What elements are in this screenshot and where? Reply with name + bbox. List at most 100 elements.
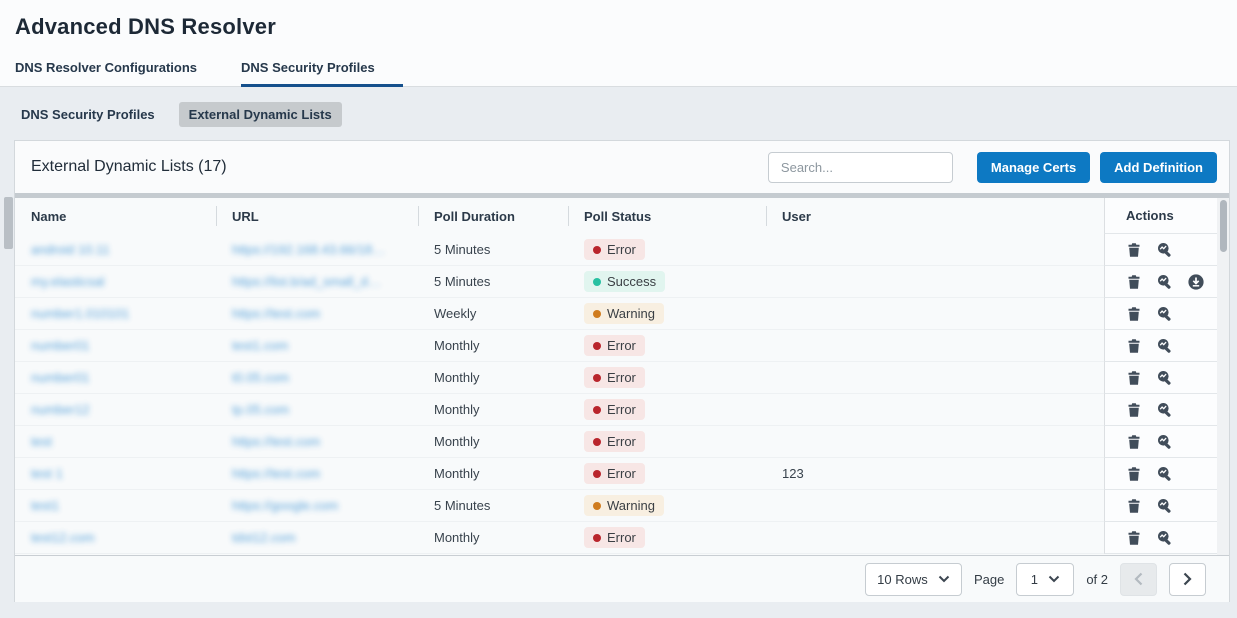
manage-certs-button[interactable]: Manage Certs: [977, 152, 1090, 183]
tab-bar: DNS Resolver Configurations DNS Security…: [0, 60, 1237, 87]
subtab-dns-security-profiles[interactable]: DNS Security Profiles: [21, 107, 155, 122]
search-box: [768, 152, 953, 183]
delete-icon[interactable]: [1126, 434, 1142, 450]
delete-icon[interactable]: [1126, 370, 1142, 386]
table-header-row: Name URL Poll Duration Poll Status User …: [15, 198, 1229, 234]
table-row: test https://test.com Monthly Error: [15, 426, 1229, 458]
page-number-select[interactable]: 1: [1016, 563, 1074, 596]
poll-status-badge: Error: [584, 463, 645, 484]
row-name-link[interactable]: number01: [31, 338, 90, 353]
left-scrollbar-thumb[interactable]: [4, 197, 13, 249]
delete-icon[interactable]: [1126, 242, 1142, 258]
row-url-link[interactable]: https://test.com: [232, 466, 320, 481]
status-label: Success: [607, 274, 656, 289]
next-page-button[interactable]: [1169, 563, 1206, 596]
test-icon[interactable]: [1157, 466, 1173, 482]
status-dot: [593, 374, 601, 382]
row-actions: [1104, 362, 1219, 394]
table-row: test12.com tdst12.com Monthly Error: [15, 522, 1229, 554]
poll-status-badge: Error: [584, 367, 645, 388]
test-icon[interactable]: [1157, 498, 1173, 514]
rows-per-page-value: 10 Rows: [877, 572, 928, 587]
test-icon[interactable]: [1157, 402, 1173, 418]
row-url-link[interactable]: https://192.168.43.66/18…: [232, 242, 385, 257]
rows-per-page-select[interactable]: 10 Rows: [865, 563, 962, 596]
table-row: test1 https://google.com 5 Minutes Warni…: [15, 490, 1229, 522]
chevron-down-icon: [938, 575, 950, 583]
row-user: [766, 362, 1104, 394]
row-user: [766, 426, 1104, 458]
status-dot: [593, 342, 601, 350]
status-dot: [593, 278, 601, 286]
delete-icon[interactable]: [1126, 402, 1142, 418]
row-url-link[interactable]: https://google.com: [232, 498, 338, 513]
row-name-link[interactable]: number12: [31, 402, 90, 417]
row-name-link[interactable]: test12.com: [31, 530, 95, 545]
row-user: [766, 234, 1104, 266]
row-actions: [1104, 234, 1219, 266]
row-user: [766, 394, 1104, 426]
row-user: [766, 490, 1104, 522]
search-input[interactable]: [781, 160, 957, 175]
tab-dns-security-profiles[interactable]: DNS Security Profiles: [241, 60, 403, 87]
page-total-label: of 2: [1086, 572, 1108, 587]
row-url-link[interactable]: t0.05.com: [232, 370, 289, 385]
row-poll-duration: Monthly: [418, 522, 568, 554]
row-name-link[interactable]: my.elasticsal: [31, 274, 104, 289]
row-poll-duration: Monthly: [418, 330, 568, 362]
row-name-link[interactable]: test: [31, 434, 52, 449]
table-row: android 10.11 https://192.168.43.66/18… …: [15, 234, 1229, 266]
row-name-link[interactable]: number01: [31, 370, 90, 385]
tab-dns-resolver-configurations[interactable]: DNS Resolver Configurations: [15, 60, 203, 86]
row-url-link[interactable]: https://list.b/ad_small_d…: [232, 274, 381, 289]
delete-icon[interactable]: [1126, 306, 1142, 322]
delete-icon[interactable]: [1126, 498, 1142, 514]
page-title: Advanced DNS Resolver: [0, 14, 1237, 40]
status-dot: [593, 310, 601, 318]
col-header-user: User: [766, 198, 1104, 234]
row-actions: [1104, 330, 1219, 362]
status-label: Error: [607, 434, 636, 449]
row-url-link[interactable]: https://test.com: [232, 434, 320, 449]
row-name-link[interactable]: test1: [31, 498, 59, 513]
chevron-down-icon: [1048, 575, 1060, 583]
list-title: External Dynamic Lists (17): [31, 158, 227, 176]
external-dynamic-lists-panel: External Dynamic Lists (17) Manage Certs…: [14, 140, 1230, 602]
row-poll-duration: 5 Minutes: [418, 490, 568, 522]
row-poll-duration: 5 Minutes: [418, 234, 568, 266]
test-icon[interactable]: [1157, 274, 1173, 290]
vertical-scrollbar[interactable]: [1217, 198, 1229, 555]
row-actions: [1104, 266, 1219, 298]
table-row: number01 t0.05.com Monthly Error: [15, 362, 1229, 394]
previous-page-button[interactable]: [1120, 563, 1157, 596]
col-header-poll-status: Poll Status: [568, 198, 766, 234]
row-url-link[interactable]: tp.05.com: [232, 402, 289, 417]
delete-icon[interactable]: [1126, 274, 1142, 290]
download-icon[interactable]: [1188, 274, 1204, 290]
row-actions: [1104, 490, 1219, 522]
row-name-link[interactable]: number1.010101: [31, 306, 129, 321]
row-name-link[interactable]: android 10.11: [31, 242, 110, 257]
row-actions: [1104, 298, 1219, 330]
table-row: number1.010101 https://test.com Weekly W…: [15, 298, 1229, 330]
delete-icon[interactable]: [1126, 530, 1142, 546]
row-url-link[interactable]: tdst12.com: [232, 530, 296, 545]
row-url-link[interactable]: test1.com: [232, 338, 288, 353]
table-row: number12 tp.05.com Monthly Error: [15, 394, 1229, 426]
add-definition-button[interactable]: Add Definition: [1100, 152, 1217, 183]
test-icon[interactable]: [1157, 306, 1173, 322]
poll-status-badge: Error: [584, 335, 645, 356]
delete-icon[interactable]: [1126, 466, 1142, 482]
test-icon[interactable]: [1157, 370, 1173, 386]
scrollbar-thumb[interactable]: [1220, 200, 1227, 252]
row-user: 123: [766, 458, 1104, 490]
delete-icon[interactable]: [1126, 338, 1142, 354]
row-name-link[interactable]: test 1: [31, 466, 63, 481]
test-icon[interactable]: [1157, 530, 1173, 546]
subtab-external-dynamic-lists[interactable]: External Dynamic Lists: [179, 102, 342, 127]
col-header-actions: Actions: [1104, 198, 1219, 234]
row-url-link[interactable]: https://test.com: [232, 306, 320, 321]
test-icon[interactable]: [1157, 338, 1173, 354]
test-icon[interactable]: [1157, 434, 1173, 450]
test-icon[interactable]: [1157, 242, 1173, 258]
